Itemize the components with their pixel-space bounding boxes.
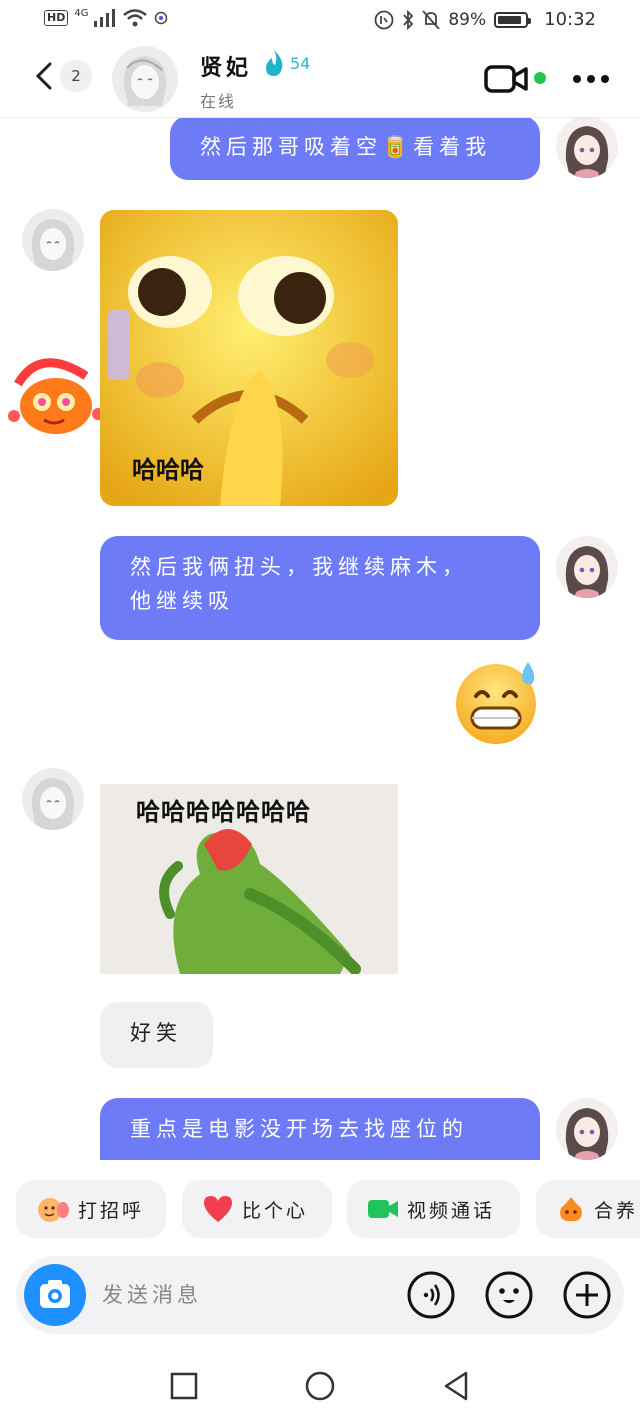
wave-icon (38, 1198, 69, 1222)
mute-bell-icon (422, 9, 441, 30)
quick-action-heart[interactable]: 比个心 (182, 1180, 332, 1238)
back-icon[interactable] (30, 58, 60, 94)
eye-icon (155, 11, 168, 25)
streak-count: 54 (290, 54, 311, 73)
my-avatar[interactable] (556, 536, 618, 598)
quick-action-pet[interactable]: 合养 (536, 1180, 640, 1238)
message-input[interactable] (102, 1276, 392, 1314)
sticker-image[interactable]: 哈哈哈 (100, 210, 398, 506)
wifi-icon (123, 9, 148, 27)
home-icon[interactable] (304, 1370, 336, 1402)
outgoing-message[interactable]: 重点是电影没开场去找座位的 (100, 1098, 540, 1160)
quick-action-label: 视频通话 (407, 1199, 496, 1222)
network-label: 4G (74, 7, 89, 19)
outgoing-message[interactable]: 然后那哥吸着空🥫看着我 (170, 118, 540, 180)
signal-icon (94, 9, 116, 27)
message-text-line: 然后我俩扭头，我继续麻木， (130, 555, 468, 579)
quick-action-label: 合养 (594, 1199, 639, 1222)
message-text-line: 他继续吸 (130, 589, 234, 613)
streak-flame-icon (266, 50, 283, 76)
status-left: HD 4G (44, 8, 168, 28)
outgoing-message[interactable]: 然后我俩扭头，我继续麻木， 他继续吸 (100, 536, 540, 640)
hd-call-icon (374, 10, 394, 29)
status-right: 89% 10:32 (374, 9, 596, 30)
heart-icon (204, 1196, 232, 1222)
voice-icon[interactable] (406, 1270, 456, 1320)
emoji-icon[interactable] (484, 1270, 534, 1320)
online-dot (534, 72, 546, 84)
message-text-line: 重点是电影没开场去找座位的 (130, 1117, 468, 1141)
quick-action-video-call[interactable]: 视频通话 (347, 1180, 520, 1238)
pet-icon (560, 1197, 582, 1221)
unread-count-badge[interactable]: 2 (60, 60, 92, 92)
online-status: 在线 (200, 92, 237, 111)
quick-action-wave[interactable]: 打招呼 (16, 1180, 166, 1238)
camera-icon (40, 1280, 70, 1308)
battery-percent: 89% (448, 9, 487, 30)
contact-avatar[interactable] (22, 768, 84, 830)
hd-badge: HD (44, 10, 69, 26)
back-nav-icon[interactable] (440, 1370, 472, 1402)
sticker-caption: 哈哈哈 (132, 456, 204, 484)
contact-avatar[interactable] (22, 209, 84, 271)
sticker-image[interactable]: 哈哈哈哈哈哈哈 (100, 784, 398, 974)
my-avatar[interactable] (556, 1098, 618, 1160)
quick-action-bar[interactable]: 打招呼 比个心 视频通话 合养 (0, 1180, 640, 1242)
bluetooth-icon (403, 9, 414, 30)
video-call-icon[interactable] (484, 64, 528, 94)
message-text: 然后那哥吸着空🥫看着我 (200, 135, 492, 159)
incoming-message[interactable]: 好笑 (100, 1002, 213, 1068)
my-avatar[interactable] (556, 118, 618, 178)
more-icon[interactable] (572, 74, 610, 84)
message-input-bar (16, 1256, 624, 1334)
video-call-icon (368, 1200, 398, 1218)
grinning-sweat-emoji[interactable] (452, 656, 542, 746)
battery-icon (494, 11, 532, 28)
status-bar: HD 4G 89% 10:32 (0, 0, 640, 40)
chat-area[interactable]: 然后那哥吸着空🥫看着我 哈哈哈 然后我俩扭头，我继续麻木， 他继续吸 哈哈哈哈哈… (0, 118, 640, 1160)
battery-fill (498, 15, 522, 24)
lion-dance-decoration (8, 358, 104, 434)
camera-button[interactable] (24, 1264, 86, 1326)
quick-action-label: 打招呼 (78, 1199, 145, 1222)
message-text: 好笑 (130, 1021, 182, 1045)
sticker-caption: 哈哈哈哈哈哈哈 (136, 798, 311, 826)
contact-avatar[interactable] (112, 46, 178, 112)
quick-action-label: 比个心 (242, 1199, 309, 1222)
chat-header: 2 贤妃 54 在线 (0, 40, 640, 118)
contact-name: 贤妃 (200, 56, 253, 81)
system-nav-bar (0, 1350, 640, 1422)
plus-icon[interactable] (562, 1270, 612, 1320)
clock: 10:32 (544, 9, 596, 30)
recents-icon[interactable] (168, 1370, 200, 1402)
